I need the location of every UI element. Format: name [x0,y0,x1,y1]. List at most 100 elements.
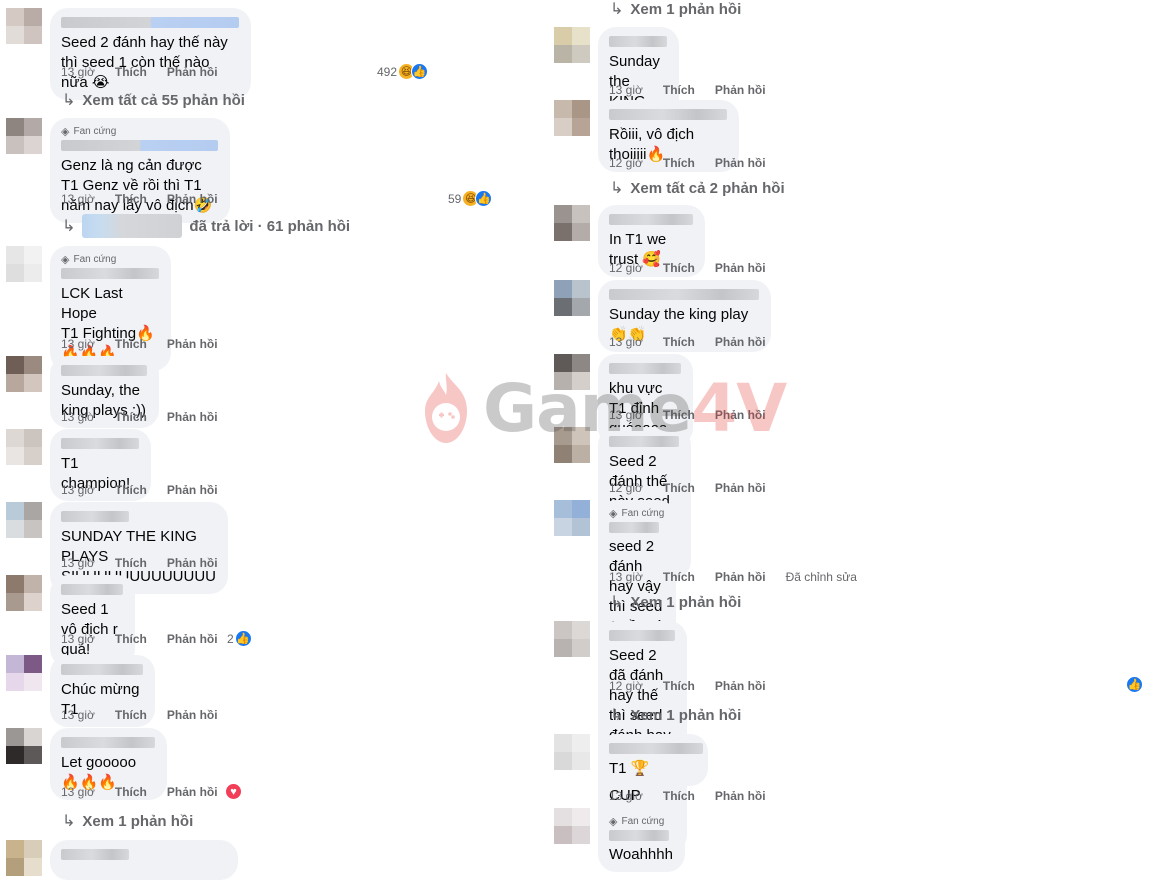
avatar[interactable] [554,500,590,536]
like-button[interactable]: Thích [115,483,147,497]
avatar[interactable] [6,728,42,764]
commenter-name[interactable] [609,630,675,641]
comment-time[interactable]: 13 giờ [61,632,95,646]
reaction-summary[interactable]: 492 😆 👍 [377,63,429,80]
reaction-summary[interactable]: 59 😆 👍 [448,190,493,207]
reply-button[interactable]: Phản hồi [167,785,218,799]
view-replies-link[interactable]: ↳ Xem 1 phản hồi [610,0,741,19]
avatar[interactable] [6,8,42,44]
view-replies-link[interactable]: ↳ Xem 1 phản hồi [610,592,741,612]
reply-button[interactable]: Phản hồi [715,789,766,803]
comment-time[interactable]: 13 giờ [61,483,95,497]
commenter-name[interactable] [61,584,123,595]
like-button[interactable]: Thích [115,556,147,570]
reply-button[interactable]: Phản hồi [715,481,766,495]
commenter-name[interactable] [61,140,218,151]
reply-button[interactable]: Phản hồi [167,556,218,570]
comment-time[interactable]: 13 giờ [61,337,95,351]
comment-time[interactable]: 13 giờ [61,65,95,79]
avatar[interactable] [554,27,590,63]
like-button[interactable]: Thích [663,261,695,275]
like-button[interactable]: Thích [115,337,147,351]
avatar[interactable] [554,808,590,844]
avatar[interactable] [554,734,590,770]
reply-button[interactable]: Phản hồi [167,410,218,424]
reply-button[interactable]: Phản hồi [715,570,766,584]
commenter-name[interactable] [61,511,129,522]
avatar[interactable] [554,280,590,316]
like-button[interactable]: Thích [663,679,695,693]
like-button[interactable]: Thích [115,410,147,424]
avatar[interactable] [6,655,42,691]
like-button[interactable]: Thích [663,570,695,584]
like-button[interactable]: Thích [115,632,147,646]
reply-button[interactable]: Phản hồi [167,708,218,722]
commenter-name[interactable] [609,36,667,47]
commenter-name[interactable] [609,522,659,533]
reply-button[interactable]: Phản hồi [167,337,218,351]
reply-button[interactable]: Phản hồi [715,261,766,275]
view-replies-link[interactable]: ↳ Xem tất cả 2 phản hồi [610,178,785,198]
commenter-name[interactable] [61,737,155,748]
comment-time[interactable]: 12 giờ [609,679,643,693]
comment-time[interactable]: 13 giờ [609,570,643,584]
view-replies-link[interactable]: ↳ Xem tất cả 55 phản hồi [62,90,245,110]
reply-button[interactable]: Phản hồi [167,65,218,79]
like-button[interactable]: Thích [663,83,695,97]
like-button[interactable]: Thích [663,156,695,170]
avatar[interactable] [554,205,590,241]
like-button[interactable]: Thích [115,785,147,799]
reaction-summary[interactable]: 2 👍 [227,630,252,647]
avatar[interactable] [6,840,42,876]
comment-time[interactable]: 13 giờ [61,556,95,570]
avatar[interactable] [6,429,42,465]
commenter-name[interactable] [609,109,727,120]
commenter-name[interactable] [61,268,159,279]
avatar[interactable] [6,246,42,282]
comment-time[interactable]: 13 giờ [61,708,95,722]
commenter-name[interactable] [61,17,239,28]
commenter-name[interactable] [609,289,759,300]
avatar[interactable] [554,100,590,136]
commenter-name[interactable] [61,438,139,449]
comment-time[interactable]: 13 giờ [609,83,643,97]
like-button[interactable]: Thích [663,481,695,495]
comment-time[interactable]: 12 giờ [609,156,643,170]
reaction-summary[interactable]: ♥ [225,783,242,800]
reply-button[interactable]: Phản hồi [167,483,218,497]
view-replies-link[interactable]: ↳ đã trả lời · 61 phản hồi [62,214,350,238]
avatar[interactable] [554,621,590,657]
reaction-summary[interactable]: 👍 [1126,676,1143,693]
avatar[interactable] [6,118,42,154]
like-button[interactable]: Thích [663,789,695,803]
like-button[interactable]: Thích [115,708,147,722]
reply-button[interactable]: Phản hồi [167,192,218,206]
view-replies-link[interactable]: ↳ Xem 1 phản hồi [62,811,193,831]
commenter-name[interactable] [61,365,147,376]
like-button[interactable]: Thích [115,192,147,206]
comment-time[interactable]: 13 giờ [609,335,643,349]
avatar[interactable] [6,356,42,392]
reply-button[interactable]: Phản hồi [715,83,766,97]
reply-button[interactable]: Phản hồi [715,679,766,693]
comment-time[interactable]: 13 giờ [61,192,95,206]
avatar[interactable] [6,575,42,611]
like-button[interactable]: Thích [663,335,695,349]
comment-time[interactable]: 12 giờ [609,481,643,495]
commenter-name[interactable] [609,830,669,841]
comment-time[interactable]: 13 giờ [61,785,95,799]
like-button[interactable]: Thích [115,65,147,79]
reply-button[interactable]: Phản hồi [167,632,218,646]
commenter-name[interactable] [61,664,143,675]
comment-actions: 13 giờ Thích Phản hồi [61,65,218,79]
reply-button[interactable]: Phản hồi [715,335,766,349]
comment-time[interactable]: 12 giờ [609,261,643,275]
commenter-name[interactable] [61,849,129,860]
comment-time[interactable]: 13 giờ [609,789,643,803]
commenter-name[interactable] [609,214,693,225]
comment-time[interactable]: 13 giờ [61,410,95,424]
reply-button[interactable]: Phản hồi [715,156,766,170]
view-replies-link[interactable]: ↳ Xem 1 phản hồi [610,705,741,725]
avatar[interactable] [6,502,42,538]
commenter-name[interactable] [609,743,703,754]
